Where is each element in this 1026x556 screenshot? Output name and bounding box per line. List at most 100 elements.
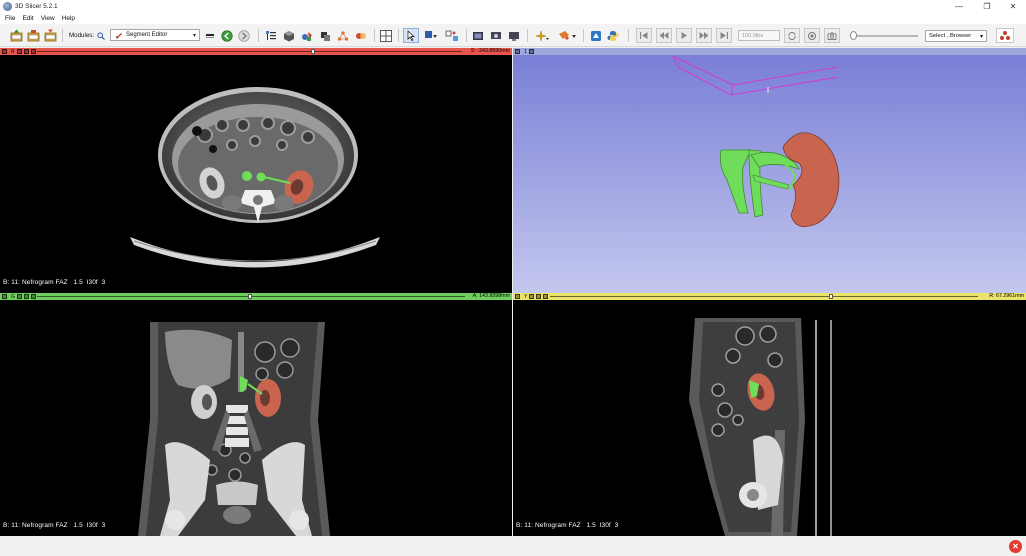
red-slice-offset: S: -243.8690mm [470, 48, 510, 54]
eye-icon[interactable] [23, 294, 29, 299]
sequence-slider-track[interactable] [852, 35, 918, 37]
models-module-button[interactable] [300, 28, 314, 43]
extension-manager-button[interactable] [589, 28, 603, 43]
window-title: 3D Slicer 5.2.1 [15, 3, 58, 10]
play-icon [681, 32, 687, 39]
green-slice-slider-handle[interactable] [248, 294, 252, 299]
play-button[interactable] [676, 28, 692, 43]
threed-view[interactable]: 1 [513, 48, 1026, 293]
last-frame-button[interactable] [716, 28, 732, 43]
menu-icon[interactable] [528, 49, 534, 54]
module-search-button[interactable] [96, 28, 106, 43]
playback-speed-input[interactable]: 100.0fps [738, 30, 780, 41]
yellow-view-controller: Y R: 67.2961mm [513, 293, 1026, 300]
link-icon[interactable] [16, 49, 22, 54]
module-history-button[interactable] [204, 28, 216, 43]
red-view-canvas[interactable]: B: 11: Nefrogram FAZ 1.5 I30f 3 [0, 55, 512, 293]
volumes-module-button[interactable] [282, 28, 296, 43]
red-slice-view[interactable]: R S: -243.8690mm B: 11: Nefrogram FAZ 1.… [0, 48, 512, 293]
place-fiducial-button[interactable] [533, 28, 551, 43]
pointer-mode-button[interactable] [403, 28, 419, 43]
yellow-slice-offset: R: 67.2961mm [989, 293, 1024, 299]
crosshair-jump-button[interactable] [444, 28, 460, 43]
layout-grid-icon [380, 29, 392, 42]
pin-icon[interactable] [515, 294, 520, 299]
pin-icon[interactable] [515, 49, 520, 54]
segment-editor-toolbar-icon [356, 32, 366, 39]
eye-icon[interactable] [536, 294, 542, 299]
menu-icon[interactable] [30, 294, 36, 299]
screenshot-icon [473, 31, 483, 40]
layout-button[interactable] [379, 28, 393, 43]
python-icon [607, 30, 619, 41]
forward-button[interactable] [237, 28, 251, 43]
first-frame-button[interactable] [636, 28, 652, 43]
dicom-icon [27, 30, 39, 42]
menu-help[interactable]: Help [62, 15, 75, 22]
red-view-controller: R S: -243.8690mm [0, 48, 512, 55]
transforms-icon [321, 31, 330, 41]
yellow-slice-offset-slider[interactable] [550, 296, 978, 297]
link-icon[interactable] [529, 294, 535, 299]
segment-editor-module-button[interactable] [354, 28, 368, 43]
minimize-button[interactable]: — [944, 0, 974, 13]
menu-icon[interactable] [543, 294, 549, 299]
sequence-slider-handle[interactable] [850, 31, 857, 40]
threed-view-canvas[interactable] [513, 55, 1026, 293]
pin-icon[interactable] [2, 49, 7, 54]
green-view-canvas[interactable]: B: 11: Nefrogram FAZ 1.5 I30f 3 [0, 300, 512, 536]
markups-module-button[interactable] [336, 28, 350, 43]
modules-label: Modules: [69, 32, 95, 39]
yellow-view-canvas[interactable]: B: 11: Nefrogram FAZ 1.5 I30f 3 [513, 300, 1026, 536]
scene-view-button[interactable] [489, 28, 503, 43]
red-slice-slider-handle[interactable] [311, 49, 315, 54]
extension-icon [591, 30, 601, 41]
data-module-button[interactable] [264, 28, 278, 43]
snapshot-button[interactable] [824, 28, 840, 43]
menu-file[interactable]: File [5, 15, 15, 22]
load-data-icon [10, 29, 22, 42]
mouse-mode-toolbar[interactable] [556, 28, 578, 43]
green-slice-view[interactable]: G A: 143.9598mm B: 11: Nefrogram FAZ 1.5… [0, 293, 512, 536]
place-mode-icon [559, 30, 576, 40]
menu-edit[interactable]: Edit [22, 15, 33, 22]
sequence-sync-button[interactable] [996, 28, 1014, 43]
module-selector-value: Segment Editor [126, 32, 168, 38]
view-link-button[interactable] [507, 28, 521, 43]
error-log-button[interactable]: ✕ [1009, 540, 1022, 553]
back-button[interactable] [220, 28, 234, 43]
yellow-slice-view[interactable]: Y R: 67.2961mm B: 11: Nefrogram FAZ 1.5 … [513, 293, 1026, 536]
threed-view-controller: 1 [513, 48, 1026, 55]
pin-icon[interactable] [2, 294, 7, 299]
python-console-button[interactable] [606, 28, 620, 43]
skip-to-end-icon [720, 32, 728, 39]
coronal-ct-image [138, 322, 330, 536]
threed-view-name: 1 [524, 48, 527, 55]
slicer-logo-icon [3, 2, 12, 11]
yellow-slice-slider-handle[interactable] [829, 294, 833, 299]
transforms-module-button[interactable] [318, 28, 332, 43]
close-window-button[interactable]: ✕ [998, 0, 1026, 13]
menu-view[interactable]: View [41, 15, 55, 22]
menu-icon[interactable] [30, 49, 36, 54]
previous-frame-button[interactable] [656, 28, 672, 43]
dicom-button[interactable] [26, 28, 40, 43]
load-data-button[interactable] [9, 28, 23, 43]
red-slice-offset-slider[interactable] [37, 51, 462, 52]
next-frame-button[interactable] [696, 28, 712, 43]
menu-bar: File Edit View Help [0, 13, 1026, 24]
sequence-browser-value: Select ..Browser [929, 33, 972, 39]
camera-icon [827, 32, 837, 40]
eye-icon[interactable] [23, 49, 29, 54]
save-button[interactable] [43, 28, 57, 43]
module-selector[interactable]: Segment Editor ▾ [110, 29, 200, 41]
record-button[interactable] [804, 28, 820, 43]
link-icon[interactable] [16, 294, 22, 299]
main-toolbar: Modules: Segment Editor ▾ 100.0fps Selec… [0, 24, 1026, 47]
markups-icon [337, 30, 349, 41]
slicer-app: 3D Slicer 5.2.1 — ❐ ✕ File Edit View Hel… [0, 0, 1026, 556]
sequence-browser-selector[interactable]: Select ..Browser ▾ [925, 30, 987, 42]
screenshot-button[interactable] [471, 28, 485, 43]
loop-toggle-button[interactable] [784, 28, 800, 43]
window-level-button[interactable] [422, 28, 440, 43]
